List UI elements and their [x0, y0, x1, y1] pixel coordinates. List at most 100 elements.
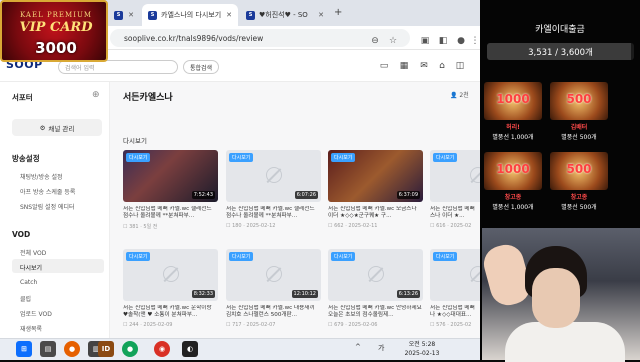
sidebar-broadcast-heading: 방송설정 [12, 154, 40, 163]
bookmark-star-icon[interactable]: ☆ [386, 34, 400, 48]
video-meta: ☐ 616 · 2025-02 [430, 223, 472, 229]
kakao-icon[interactable]: ● [122, 341, 138, 357]
video-meta: ☐ 180 · 2025-02-12 [226, 223, 276, 229]
donor-name: 창고종 [570, 194, 588, 201]
video-thumbnail[interactable]: 다시보기 6:13:26 [328, 249, 423, 301]
sidebar-item-replay[interactable]: 다시보기 [20, 263, 42, 272]
close-icon[interactable]: ✕ [226, 11, 232, 19]
sidebar-toggle-icon[interactable]: ◧ [436, 34, 450, 48]
studio-icon[interactable]: ▦ [398, 60, 410, 72]
duration-label: 6:37:09 [396, 191, 420, 199]
goal-count: 3,531 / 3,600개 [528, 47, 593, 58]
10d-app-icon[interactable]: ID [98, 341, 114, 357]
donor-gift-image: 500 [550, 82, 608, 120]
replay-badge: 다시보기 [229, 153, 254, 162]
sidebar-item-all-vod[interactable]: 전체 VOD [20, 248, 46, 257]
video-thumbnail[interactable]: 다시보기 6:37:09 [328, 150, 423, 202]
donor-gift-image: 1000 [484, 82, 542, 120]
video-card[interactable]: 다시보기 서든 신입님맵 메뻐 나 ★◇◇대대표... ☐ 576 · 2025-0… [430, 249, 480, 328]
donor-tile: 1000 창고종별풍선 1,000개 [480, 150, 546, 216]
sidebar-vod-heading: VOD [12, 230, 31, 239]
donor-amount: 별풍선 1,000개 [492, 204, 534, 211]
file-explorer-icon[interactable]: ▤ [40, 341, 56, 357]
video-title[interactable]: 서든 신입님맵 메뻐 카엘.wc 헬레전드 점수나 올려볼께 **분쳐파부... [123, 206, 218, 220]
video-thumbnail[interactable]: 다시보기 [430, 249, 480, 301]
tab-2[interactable]: S 카엘스나의 다시보기 ✕ [142, 4, 238, 26]
duration-label: 6:13:26 [396, 290, 420, 298]
windows-start-icon[interactable]: ⊞ [16, 341, 32, 357]
video-card[interactable]: 다시보기 6:37:09 서든 신입님맵 메뻐 카엘.wc 모금스나 이더 ★◇◇★… [328, 150, 423, 229]
video-title[interactable]: 서든 신입님맵 메뻐 카엘.wc 헬레전드 점수나 올려볼께 **분쳐파부... [226, 206, 321, 220]
message-icon[interactable]: ✉ [418, 60, 430, 72]
new-tab-button[interactable]: + [334, 7, 342, 18]
no-image-icon [368, 266, 384, 282]
donor-gift-image: 1000 [484, 152, 542, 190]
address-bar[interactable]: sooplive.co.kr/tnals9896/vods/review [110, 29, 410, 47]
tray-chevron-icon[interactable]: ^ [355, 343, 361, 351]
gift-count-graphic: 1000 [496, 92, 530, 106]
sidebar-item-sns[interactable]: SNS알림 설정 에디터 [20, 202, 75, 211]
taskbar-clock[interactable]: 오전 5:28 2025-02-13 [398, 340, 446, 358]
vip-line2: VIP CARD [19, 20, 93, 35]
video-card[interactable]: 다시보기 8:32:33 서든 신입님맵 메뻐 카엘.wc 운학이랑 ♥솔착(앤 ♥… [123, 249, 218, 328]
donor-amount: 별풍선 500개 [561, 134, 597, 141]
firefox-icon[interactable]: ● [64, 341, 80, 357]
close-icon[interactable]: ✕ [128, 11, 134, 19]
donor-tile: 500 김배터 별풍선 500개 [546, 80, 612, 146]
close-icon[interactable]: ✕ [318, 11, 324, 19]
channel-manage-button[interactable]: ⚙ 채널 관리 [12, 119, 102, 136]
donor-name: 창고종 [504, 194, 522, 201]
video-thumbnail[interactable]: 다시보기 7:52:43 [123, 150, 218, 202]
gift-count-graphic: 500 [566, 92, 592, 106]
video-title[interactable]: 서든 신입님맵 메뻐 스나 이더 ★... [430, 206, 480, 220]
sidebar-item-schedule[interactable]: 아프 방송 스케줄 등록 [20, 187, 75, 196]
duration-label: 6:07:26 [294, 191, 318, 199]
video-card[interactable]: 다시보기 12:10:12 서든 신입님맵 메뻐 카엘.wc 대용새끼 김치호 스나… [226, 249, 321, 328]
user-icon: 👤 [450, 92, 458, 99]
extensions-icon[interactable]: ▣ [418, 34, 432, 48]
notification-icon[interactable]: ⌂ [436, 60, 448, 72]
video-title[interactable]: 서든 신입님맵 메뻐 나 ★◇◇대대표... [430, 305, 480, 319]
video-title[interactable]: 서든 신입님맵 메뻐 카엘.wc 안녕하세요 오늘은 초보의 점수올림제... [328, 305, 423, 319]
no-image-icon [266, 266, 282, 282]
gear-icon: ⚙ [39, 123, 46, 132]
sidebar-item-upload-vod[interactable]: 업로드 VOD [20, 309, 52, 318]
video-thumbnail[interactable]: 다시보기 6:07:26 [226, 150, 321, 202]
sidebar-item-clip[interactable]: 클립 [20, 294, 31, 303]
donor-gift-image: 500 [550, 152, 608, 190]
video-thumbnail[interactable]: 다시보기 12:10:12 [226, 249, 321, 301]
sidebar-item-broadcast-settings[interactable]: 채팅방/방송 설정 [20, 172, 63, 181]
profile-icon[interactable]: ● [454, 34, 468, 48]
video-card[interactable]: 다시보기 7:52:43 서든 신입님맵 메뻐 카엘.wc 헬레전드 점수나 올려볼… [123, 150, 218, 230]
video-card[interactable]: 다시보기6:16 서든 신입님맵 메뻐 스나 이더 ★... ☐ 616 · 202… [430, 150, 480, 229]
broadcast-icon[interactable]: ▭ [378, 60, 390, 72]
video-title[interactable]: 서든 신입님맵 메뻐 카엘.wc 모금스나 이더 ★◇◇★군구퀘★ 구... [328, 206, 423, 220]
ime-indicator[interactable]: 가 [378, 343, 384, 353]
video-card[interactable]: 다시보기 6:13:26 서든 신입님맵 메뻐 카엘.wc 안녕하세요 오늘은 초보… [328, 249, 423, 328]
vip-amount: 3000 [35, 39, 77, 57]
vip-card-badge: KAEL PREMIUM VIP CARD 3000 [0, 0, 108, 62]
video-meta: ☐ 381 · 5일 전 [123, 224, 158, 230]
video-card[interactable]: 다시보기 6:07:26 서든 신입님맵 메뻐 카엘.wc 헬레전드 점수나 올려볼… [226, 150, 321, 229]
tab-3[interactable]: S ♥허진석♥ - SO ✕ [240, 4, 330, 26]
replay-badge: 다시보기 [433, 153, 458, 162]
menu-icon[interactable]: ⋮ [468, 34, 480, 48]
zoom-icon[interactable]: ⊖ [368, 34, 382, 48]
wallet-icon[interactable]: ◫ [454, 60, 466, 72]
video-title[interactable]: 서든 신입님맵 메뻐 카엘.wc 운학이랑 ♥솔착(앤 ♥ 소통이 분쳐파부..… [123, 305, 218, 319]
chrome-icon[interactable]: ◉ [154, 341, 170, 357]
tab-1[interactable]: S ✕ [108, 4, 140, 26]
video-thumbnail[interactable]: 다시보기 8:32:33 [123, 249, 218, 301]
obs-icon[interactable]: ◐ [182, 341, 198, 357]
no-image-icon [266, 167, 282, 183]
video-title[interactable]: 서든 신입님맵 메뻐 카엘.wc 대용새끼 김치호 스나헬런스 500개판... [226, 305, 321, 319]
video-thumbnail[interactable]: 다시보기6:16 [430, 150, 480, 202]
sidebar-item-catch[interactable]: Catch [20, 279, 37, 286]
add-icon[interactable]: ⊕ [92, 90, 100, 100]
duration-label: 12:10:12 [291, 290, 318, 298]
sidebar-item-playlist[interactable]: 재생목록 [20, 324, 42, 333]
search-input[interactable]: 검색어 입력 [58, 60, 178, 74]
search-button[interactable]: 통합검색 [183, 60, 220, 74]
video-meta: ☐ 717 · 2025-02-07 [226, 322, 276, 328]
vip-line1: KAEL PREMIUM [19, 11, 93, 19]
